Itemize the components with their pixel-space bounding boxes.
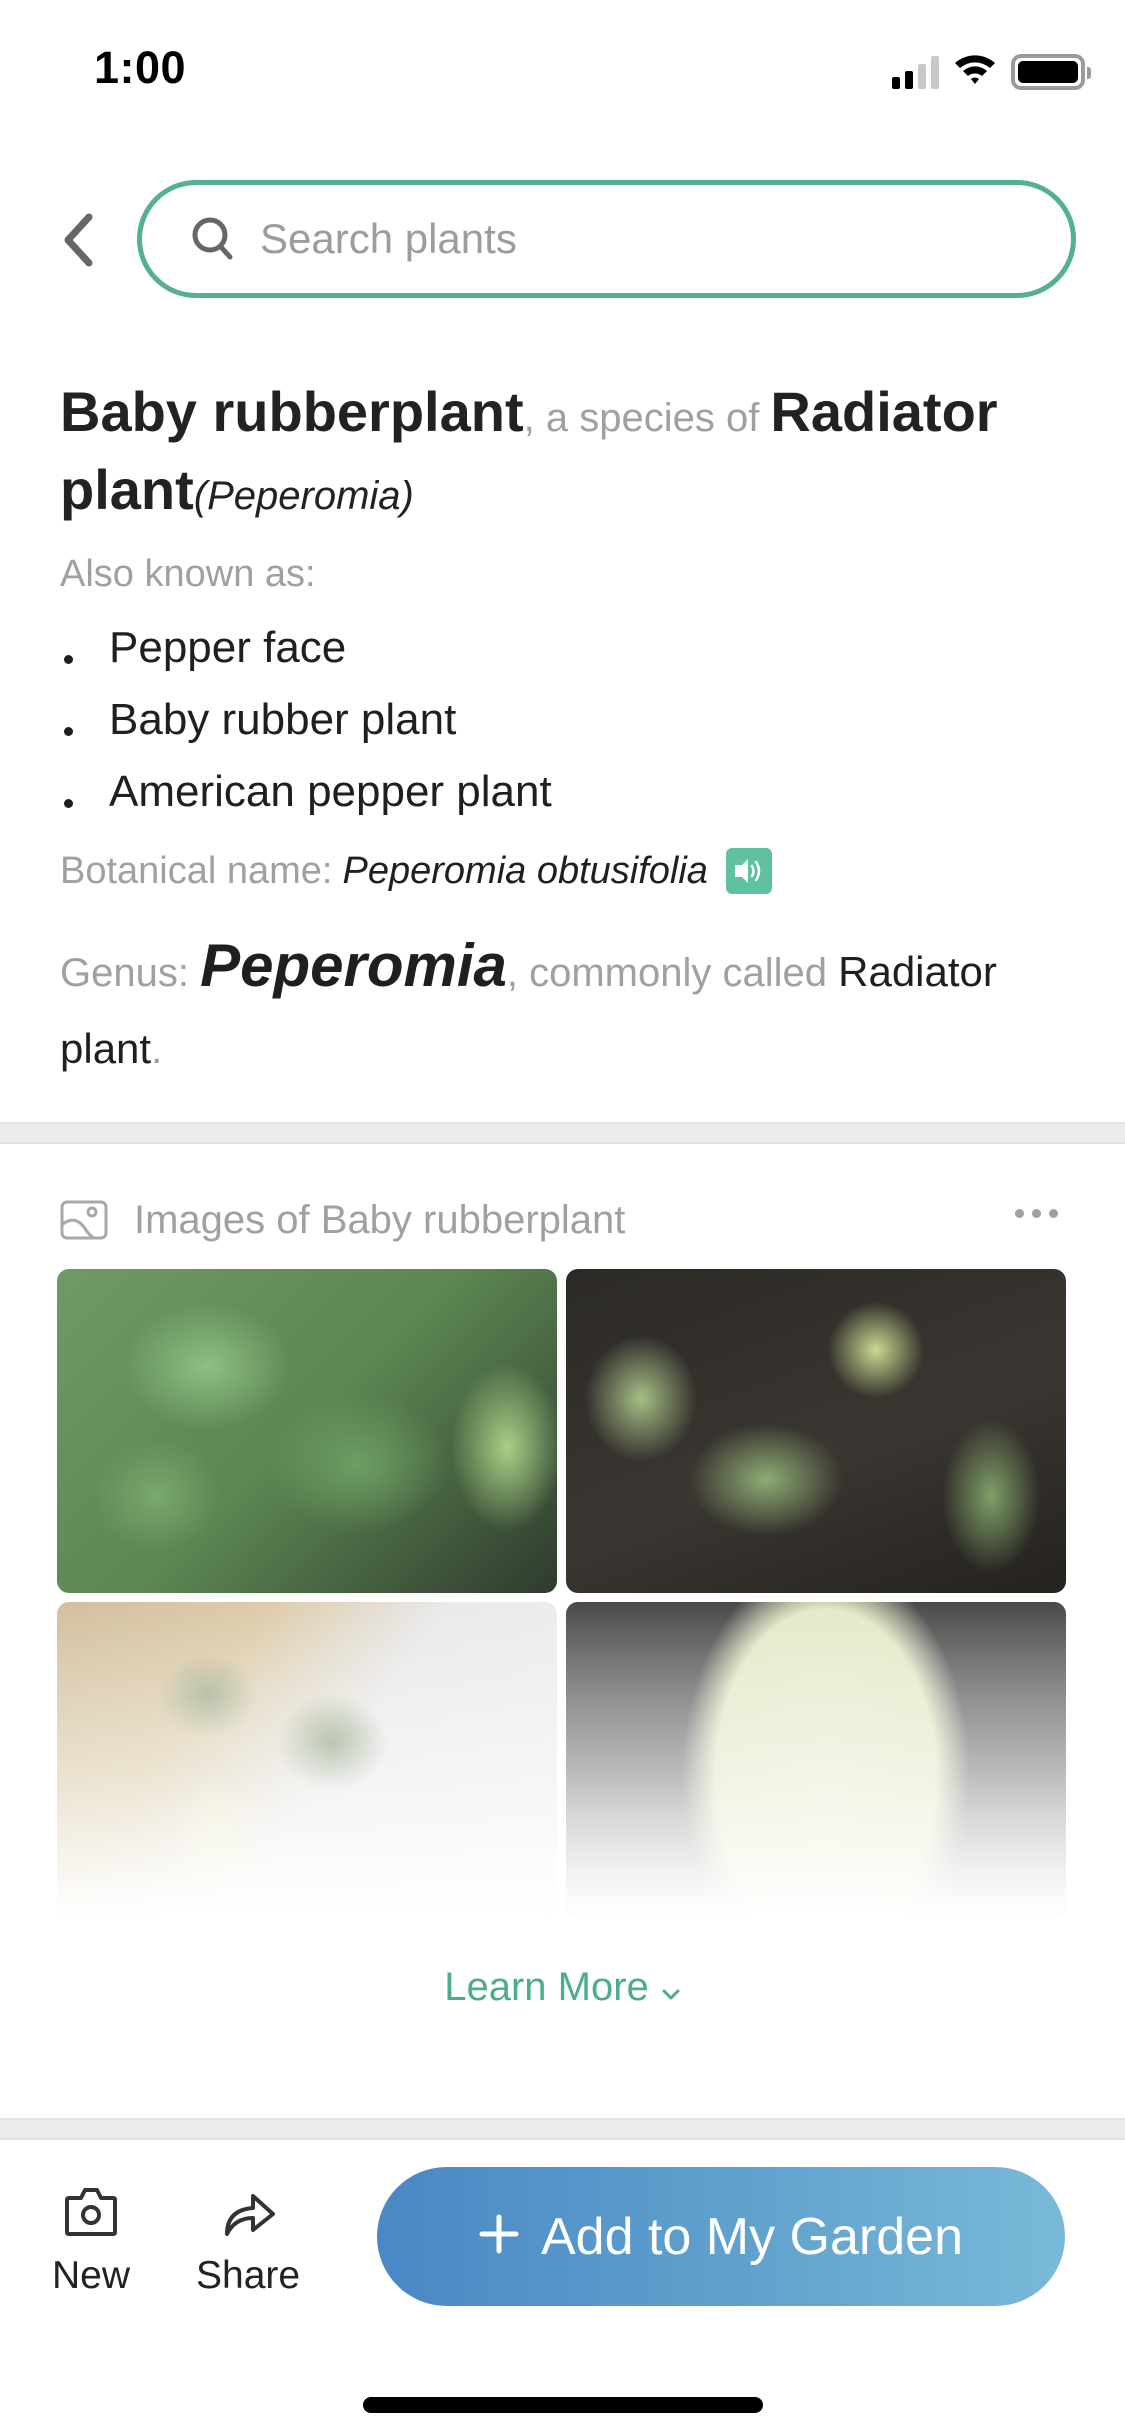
- plus-icon: [479, 2207, 519, 2267]
- search-bar[interactable]: [137, 180, 1076, 298]
- search-icon: [192, 217, 233, 260]
- genus-row: Genus: Peperomia, commonly called Radiat…: [60, 928, 1070, 1088]
- section-divider: [0, 1122, 1125, 1144]
- share-button[interactable]: Share: [196, 2186, 300, 2298]
- learn-more-button[interactable]: Learn More: [0, 1965, 1125, 2012]
- plant-image[interactable]: [566, 1269, 1066, 1593]
- image-fade-overlay: [566, 1602, 1066, 1916]
- genus-name-link[interactable]: Peperomia: [200, 932, 507, 999]
- plant-image[interactable]: [566, 1602, 1066, 1916]
- pronounce-button[interactable]: [725, 848, 772, 894]
- alias-item: Pepper face: [60, 612, 552, 684]
- botanical-name-row: Botanical name: Peperomia obtusifolia: [60, 848, 772, 894]
- image-fade-overlay: [57, 1602, 557, 1916]
- alias-item: American pepper plant: [60, 756, 552, 828]
- also-known-as-list: Pepper face Baby rubber plant American p…: [60, 612, 552, 828]
- more-horizontal-icon: [1015, 1209, 1024, 1218]
- botanical-name-value: Peperomia obtusifolia: [342, 849, 708, 892]
- status-time: 1:00: [94, 42, 187, 93]
- plant-image[interactable]: [57, 1602, 557, 1916]
- also-known-as-label: Also known as:: [60, 553, 316, 595]
- alias-item: Baby rubber plant: [60, 684, 552, 756]
- learn-more-label: Learn More: [444, 1965, 649, 2009]
- share-label: Share: [196, 2254, 301, 2297]
- image-gallery-icon: [60, 1200, 108, 1240]
- genus-connector: , commonly called: [506, 951, 839, 995]
- plant-title: Baby rubberplant, a species of Radiator …: [60, 376, 1070, 532]
- cellular-signal-icon: [892, 55, 939, 89]
- back-button[interactable]: [52, 205, 104, 275]
- status-bar: 1:00: [0, 0, 1125, 132]
- battery-icon: [1011, 53, 1091, 90]
- home-indicator[interactable]: [363, 2397, 763, 2413]
- add-to-garden-button[interactable]: Add to My Garden: [377, 2167, 1065, 2306]
- plant-image[interactable]: [57, 1269, 557, 1593]
- more-dot: [1032, 1209, 1041, 1218]
- more-dot: [1049, 1209, 1058, 1218]
- plant-common-name: Baby rubberplant: [60, 380, 524, 443]
- images-section-title: Images of Baby rubberplant: [134, 1197, 626, 1242]
- genus-scientific-paren: (Peperomia): [193, 474, 414, 518]
- species-connector: , a species of: [523, 396, 771, 440]
- chevron-left-icon: [64, 213, 93, 267]
- more-options-button[interactable]: [1009, 1203, 1064, 1224]
- search-input[interactable]: [260, 215, 1040, 263]
- status-icons: [892, 52, 1091, 91]
- image-grid: [57, 1269, 1066, 1916]
- genus-label: Genus:: [60, 951, 189, 995]
- speaker-icon: [734, 859, 761, 883]
- chevron-down-icon: [661, 1967, 681, 2012]
- camera-icon: [65, 2188, 118, 2236]
- wifi-icon: [953, 52, 997, 91]
- new-label: New: [52, 2254, 131, 2297]
- bottom-bar-divider: [0, 2118, 1125, 2140]
- genus-period: .: [151, 1028, 163, 1072]
- botanical-name-label: Botanical name:: [60, 849, 333, 892]
- share-icon: [225, 2194, 276, 2236]
- add-to-garden-label: Add to My Garden: [541, 2207, 963, 2266]
- new-photo-button[interactable]: New: [52, 2186, 130, 2298]
- images-section-header: Images of Baby rubberplant: [60, 1195, 1070, 1245]
